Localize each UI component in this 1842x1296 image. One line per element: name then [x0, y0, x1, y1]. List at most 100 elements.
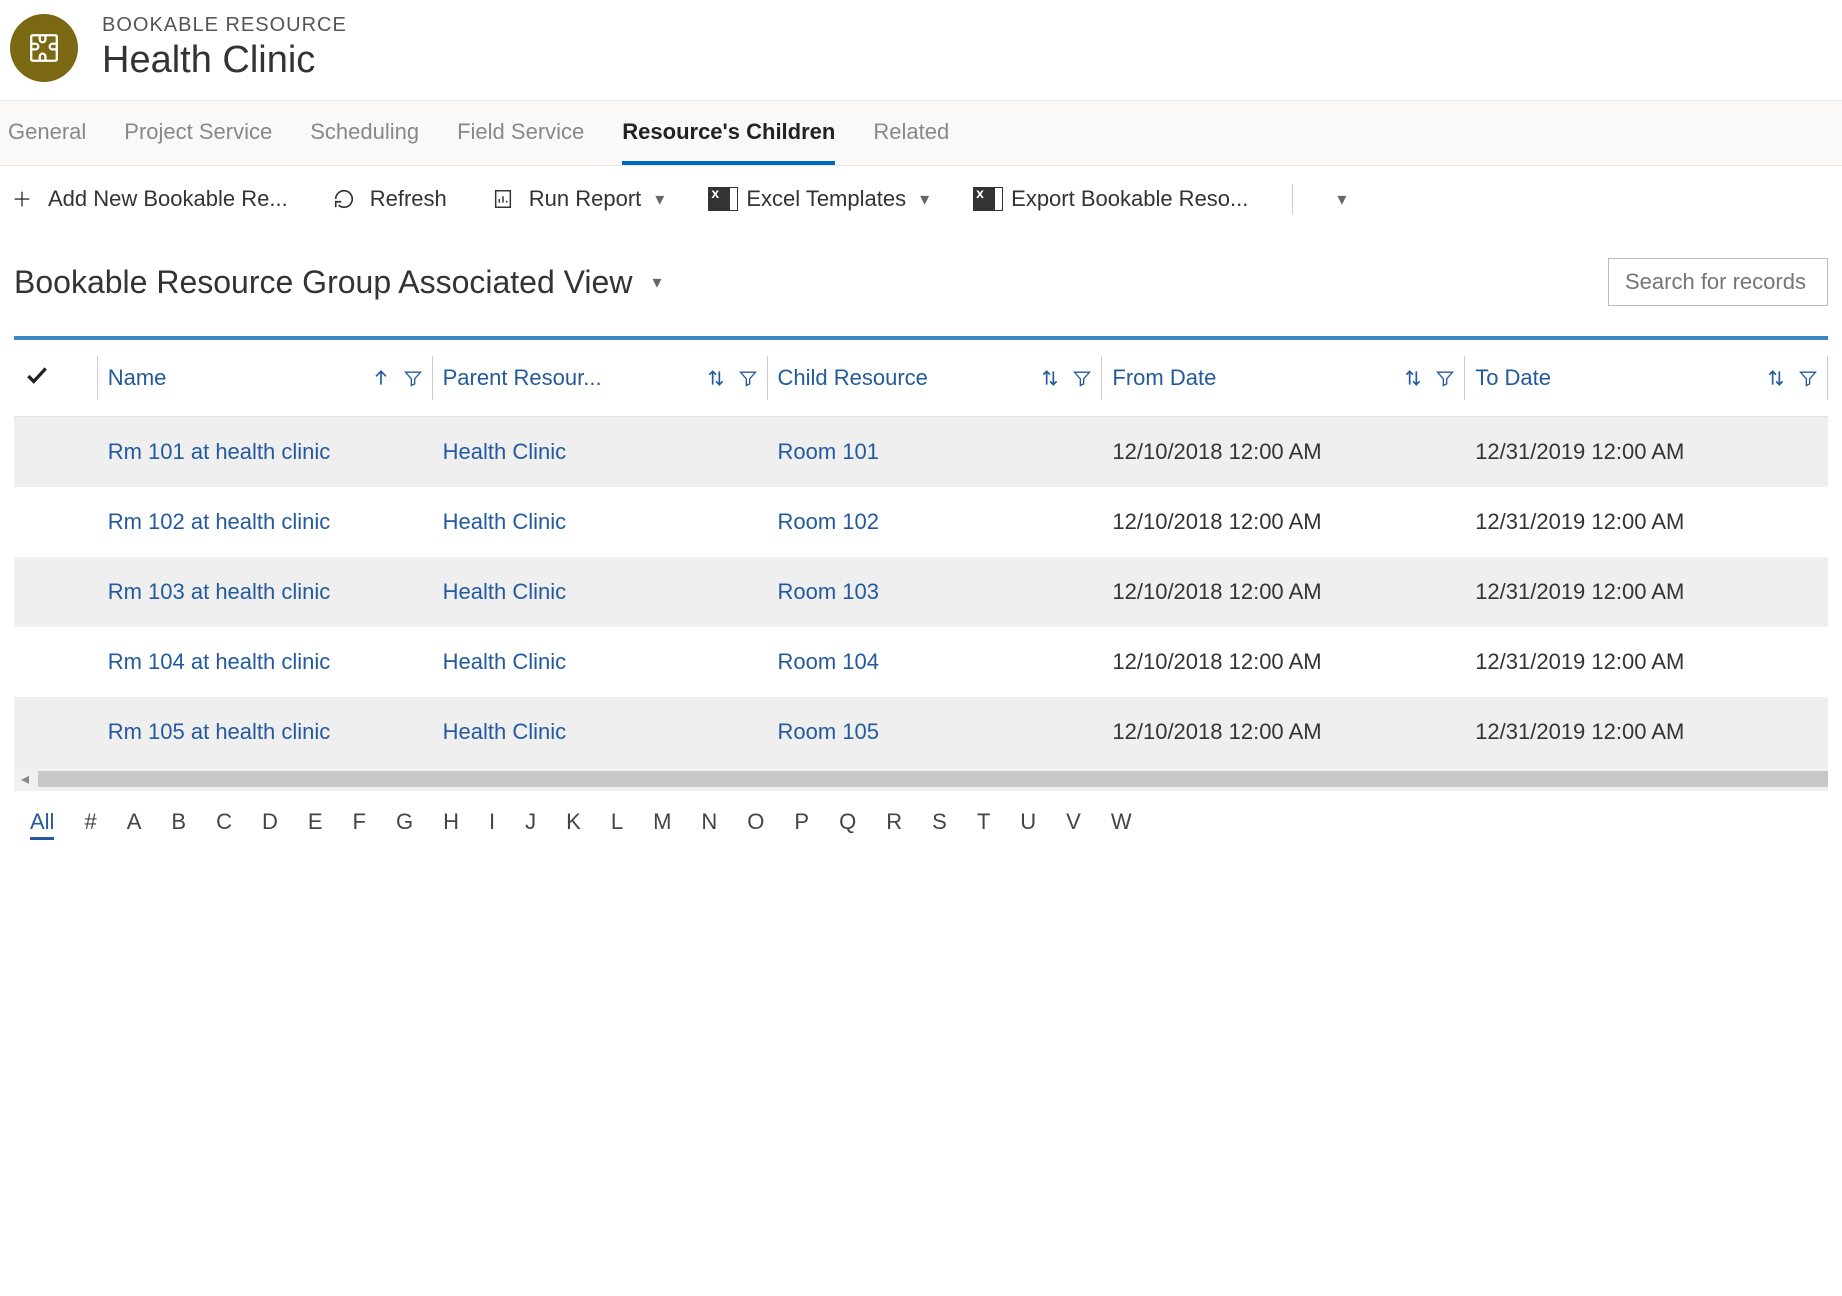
filter-icon[interactable]	[403, 368, 423, 388]
name-cell[interactable]: Rm 103 at health clinic	[98, 557, 433, 627]
column-header-name[interactable]: Name	[98, 340, 433, 417]
column-header-row: Name Parent Resour...	[14, 340, 1828, 417]
table-row[interactable]: Rm 102 at health clinicHealth ClinicRoom…	[14, 487, 1828, 557]
alpha-filter-r[interactable]: R	[886, 809, 902, 840]
column-label: Parent Resour...	[443, 365, 602, 391]
page-title: Health Clinic	[102, 39, 347, 82]
alpha-filter-f[interactable]: F	[353, 809, 366, 840]
from-date-cell: 12/10/2018 12:00 AM	[1102, 557, 1465, 627]
view-title-text: Bookable Resource Group Associated View	[14, 264, 632, 301]
entity-puzzle-icon	[10, 14, 78, 82]
alpha-filter-s[interactable]: S	[932, 809, 947, 840]
report-icon	[491, 187, 515, 211]
sort-icon	[1403, 368, 1423, 388]
child-cell[interactable]: Room 101	[768, 417, 1103, 488]
alpha-filter-#[interactable]: #	[84, 809, 96, 840]
sort-icon	[1040, 368, 1060, 388]
name-cell[interactable]: Rm 102 at health clinic	[98, 487, 433, 557]
filter-icon[interactable]	[738, 368, 758, 388]
table-row[interactable]: Rm 105 at health clinicHealth ClinicRoom…	[14, 697, 1828, 767]
name-cell[interactable]: Rm 104 at health clinic	[98, 627, 433, 697]
alpha-filter-e[interactable]: E	[308, 809, 323, 840]
alpha-filter-o[interactable]: O	[747, 809, 764, 840]
alpha-filter-w[interactable]: W	[1111, 809, 1132, 840]
run-report-label: Run Report	[529, 186, 642, 212]
alpha-filter-b[interactable]: B	[171, 809, 186, 840]
scroll-thumb[interactable]	[38, 771, 1828, 787]
export-button[interactable]: Export Bookable Reso...	[973, 186, 1248, 212]
alpha-filter-v[interactable]: V	[1066, 809, 1081, 840]
run-report-button[interactable]: Run Report ▾	[491, 186, 665, 212]
horizontal-scrollbar[interactable]: ◂	[14, 767, 1828, 791]
chevron-down-icon: ▾	[655, 189, 664, 210]
alpha-filter-k[interactable]: K	[566, 809, 581, 840]
alpha-filter-c[interactable]: C	[216, 809, 232, 840]
filter-icon[interactable]	[1798, 368, 1818, 388]
tab-project-service[interactable]: Project Service	[124, 101, 272, 165]
table-row[interactable]: Rm 101 at health clinicHealth ClinicRoom…	[14, 417, 1828, 488]
overflow-button[interactable]: ▾	[1337, 189, 1346, 210]
parent-cell[interactable]: Health Clinic	[433, 697, 768, 767]
alpha-filter-i[interactable]: I	[489, 809, 495, 840]
alpha-filter-u[interactable]: U	[1020, 809, 1036, 840]
alpha-filter-q[interactable]: Q	[839, 809, 856, 840]
child-cell[interactable]: Room 105	[768, 697, 1103, 767]
alpha-filter-a[interactable]: A	[127, 809, 142, 840]
table-row[interactable]: Rm 104 at health clinicHealth ClinicRoom…	[14, 627, 1828, 697]
scroll-left-arrow-icon[interactable]: ◂	[14, 769, 36, 789]
child-cell[interactable]: Room 104	[768, 627, 1103, 697]
search-input[interactable]	[1608, 258, 1828, 306]
alpha-filter-p[interactable]: P	[794, 809, 809, 840]
alpha-filter-t[interactable]: T	[977, 809, 990, 840]
add-new-button[interactable]: Add New Bookable Re...	[10, 186, 288, 212]
alpha-filter-all[interactable]: All	[30, 809, 54, 840]
parent-cell[interactable]: Health Clinic	[433, 627, 768, 697]
column-header-child[interactable]: Child Resource	[768, 340, 1103, 417]
row-select-cell[interactable]	[14, 557, 98, 627]
row-select-cell[interactable]	[14, 487, 98, 557]
table-row[interactable]: Rm 103 at health clinicHealth ClinicRoom…	[14, 557, 1828, 627]
alpha-filter-g[interactable]: G	[396, 809, 413, 840]
tab-general[interactable]: General	[8, 101, 86, 165]
column-header-to-date[interactable]: To Date	[1465, 340, 1828, 417]
excel-templates-button[interactable]: Excel Templates ▾	[708, 186, 929, 212]
column-label: Child Resource	[778, 365, 928, 391]
row-select-cell[interactable]	[14, 697, 98, 767]
alpha-filter-n[interactable]: N	[701, 809, 717, 840]
excel-icon	[708, 187, 732, 211]
filter-icon[interactable]	[1072, 368, 1092, 388]
parent-cell[interactable]: Health Clinic	[433, 487, 768, 557]
excel-icon	[973, 187, 997, 211]
refresh-button[interactable]: Refresh	[332, 186, 447, 212]
name-cell[interactable]: Rm 101 at health clinic	[98, 417, 433, 488]
alpha-filter-h[interactable]: H	[443, 809, 459, 840]
toolbar-divider	[1292, 184, 1293, 214]
tab-resources-children[interactable]: Resource's Children	[622, 101, 835, 165]
excel-templates-label: Excel Templates	[746, 186, 906, 212]
row-select-cell[interactable]	[14, 417, 98, 488]
view-bar: Bookable Resource Group Associated View …	[0, 232, 1842, 336]
from-date-cell: 12/10/2018 12:00 AM	[1102, 697, 1465, 767]
command-bar: Add New Bookable Re... Refresh Run Repor…	[0, 166, 1842, 232]
child-cell[interactable]: Room 102	[768, 487, 1103, 557]
parent-cell[interactable]: Health Clinic	[433, 417, 768, 488]
data-grid: Name Parent Resour...	[14, 336, 1828, 767]
row-select-cell[interactable]	[14, 627, 98, 697]
tab-related[interactable]: Related	[873, 101, 949, 165]
view-selector[interactable]: Bookable Resource Group Associated View …	[14, 264, 661, 301]
alpha-filter-j[interactable]: J	[525, 809, 536, 840]
tab-bar: General Project Service Scheduling Field…	[0, 100, 1842, 166]
parent-cell[interactable]: Health Clinic	[433, 557, 768, 627]
column-header-from-date[interactable]: From Date	[1102, 340, 1465, 417]
tab-scheduling[interactable]: Scheduling	[310, 101, 419, 165]
filter-icon[interactable]	[1435, 368, 1455, 388]
chevron-down-icon: ▾	[920, 189, 929, 210]
child-cell[interactable]: Room 103	[768, 557, 1103, 627]
alpha-filter-l[interactable]: L	[611, 809, 623, 840]
tab-field-service[interactable]: Field Service	[457, 101, 584, 165]
select-all-column[interactable]	[14, 340, 98, 417]
column-header-parent[interactable]: Parent Resour...	[433, 340, 768, 417]
name-cell[interactable]: Rm 105 at health clinic	[98, 697, 433, 767]
alpha-filter-m[interactable]: M	[653, 809, 671, 840]
alpha-filter-d[interactable]: D	[262, 809, 278, 840]
